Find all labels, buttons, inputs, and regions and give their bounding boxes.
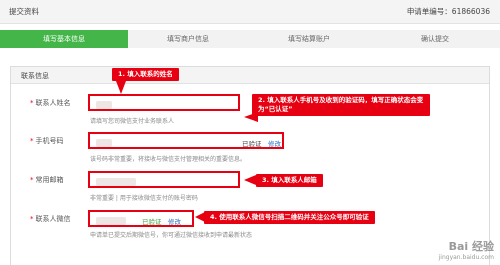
callout-4-arrow: [195, 212, 205, 222]
step-indicator: 填写基本信息 填写商户信息 填写结算账户 确认提交: [0, 30, 500, 48]
page-title: 提交资料: [9, 7, 39, 16]
watermark-url: jingyan.baidu.com: [438, 254, 494, 261]
callout-4: 4. 使用联系人微信号扫描二维码并关注公众号即可验证: [204, 211, 375, 224]
blurred-value: [96, 139, 112, 147]
section-title: 联系信息: [21, 72, 49, 80]
email-label: * 常用邮箱: [30, 176, 64, 184]
callout-1-arrow: [116, 81, 126, 94]
callout-2-arrow: [244, 112, 258, 122]
required-mark: *: [30, 176, 34, 184]
phone-hint: 该号码非常重要，将接收与微信支付管理相关的重要信息。: [90, 156, 247, 163]
step-basic-info[interactable]: 填写基本信息: [0, 30, 137, 48]
phone-modify-link[interactable]: 修改: [268, 138, 281, 148]
wechat-verified-status: 已验证: [142, 218, 162, 226]
top-bar: 提交资料 申请单编号：61866036: [0, 0, 500, 24]
wechat-modify-link[interactable]: 修改: [168, 216, 181, 226]
email-input[interactable]: [88, 171, 240, 188]
blurred-value: [96, 178, 136, 186]
callout-1: 1. 填入联系的姓名: [112, 68, 179, 81]
step-settlement-account[interactable]: 填写结算账户: [248, 30, 370, 48]
wechat-label: * 联系人微信: [30, 215, 71, 223]
phone-verified-status: 已验证: [242, 140, 262, 148]
callout-3-arrow: [244, 175, 256, 185]
step-confirm-submit[interactable]: 确认提交: [370, 30, 500, 48]
name-hint: 请填写您司微信支付业务联系人: [90, 118, 175, 125]
application-number: 申请单编号：61866036: [406, 7, 490, 16]
step-merchant-info[interactable]: 填写商户信息: [128, 30, 248, 48]
email-hint: 非常重要 | 用于接收微信支付的账号密码: [90, 195, 198, 202]
baidu-watermark: Bai 经验 jingyan.baidu.com: [439, 238, 494, 261]
section-header: 联系信息: [11, 67, 489, 84]
phone-label: * 手机号码: [30, 137, 64, 145]
callout-2: 2. 填入联系人手机号及收到的验证码，填写正确状态会变为“已认证”: [252, 94, 430, 116]
blurred-value: [96, 101, 112, 109]
required-mark: *: [30, 215, 34, 223]
watermark-logo: Bai 经验: [448, 240, 494, 253]
required-mark: *: [30, 137, 34, 145]
blurred-value: [96, 217, 126, 225]
callout-3: 3. 填入联系人邮箱: [256, 174, 323, 187]
phone-input[interactable]: 已验证 修改: [88, 132, 284, 149]
contact-name-input[interactable]: [88, 94, 240, 111]
wechat-hint: 申请单已提交后期微信号，你可通过微信接收到申请最新状态: [90, 232, 253, 239]
required-mark: *: [30, 99, 34, 107]
wechat-input[interactable]: 已验证 修改: [88, 210, 194, 227]
name-label: * 联系人姓名: [30, 99, 71, 107]
